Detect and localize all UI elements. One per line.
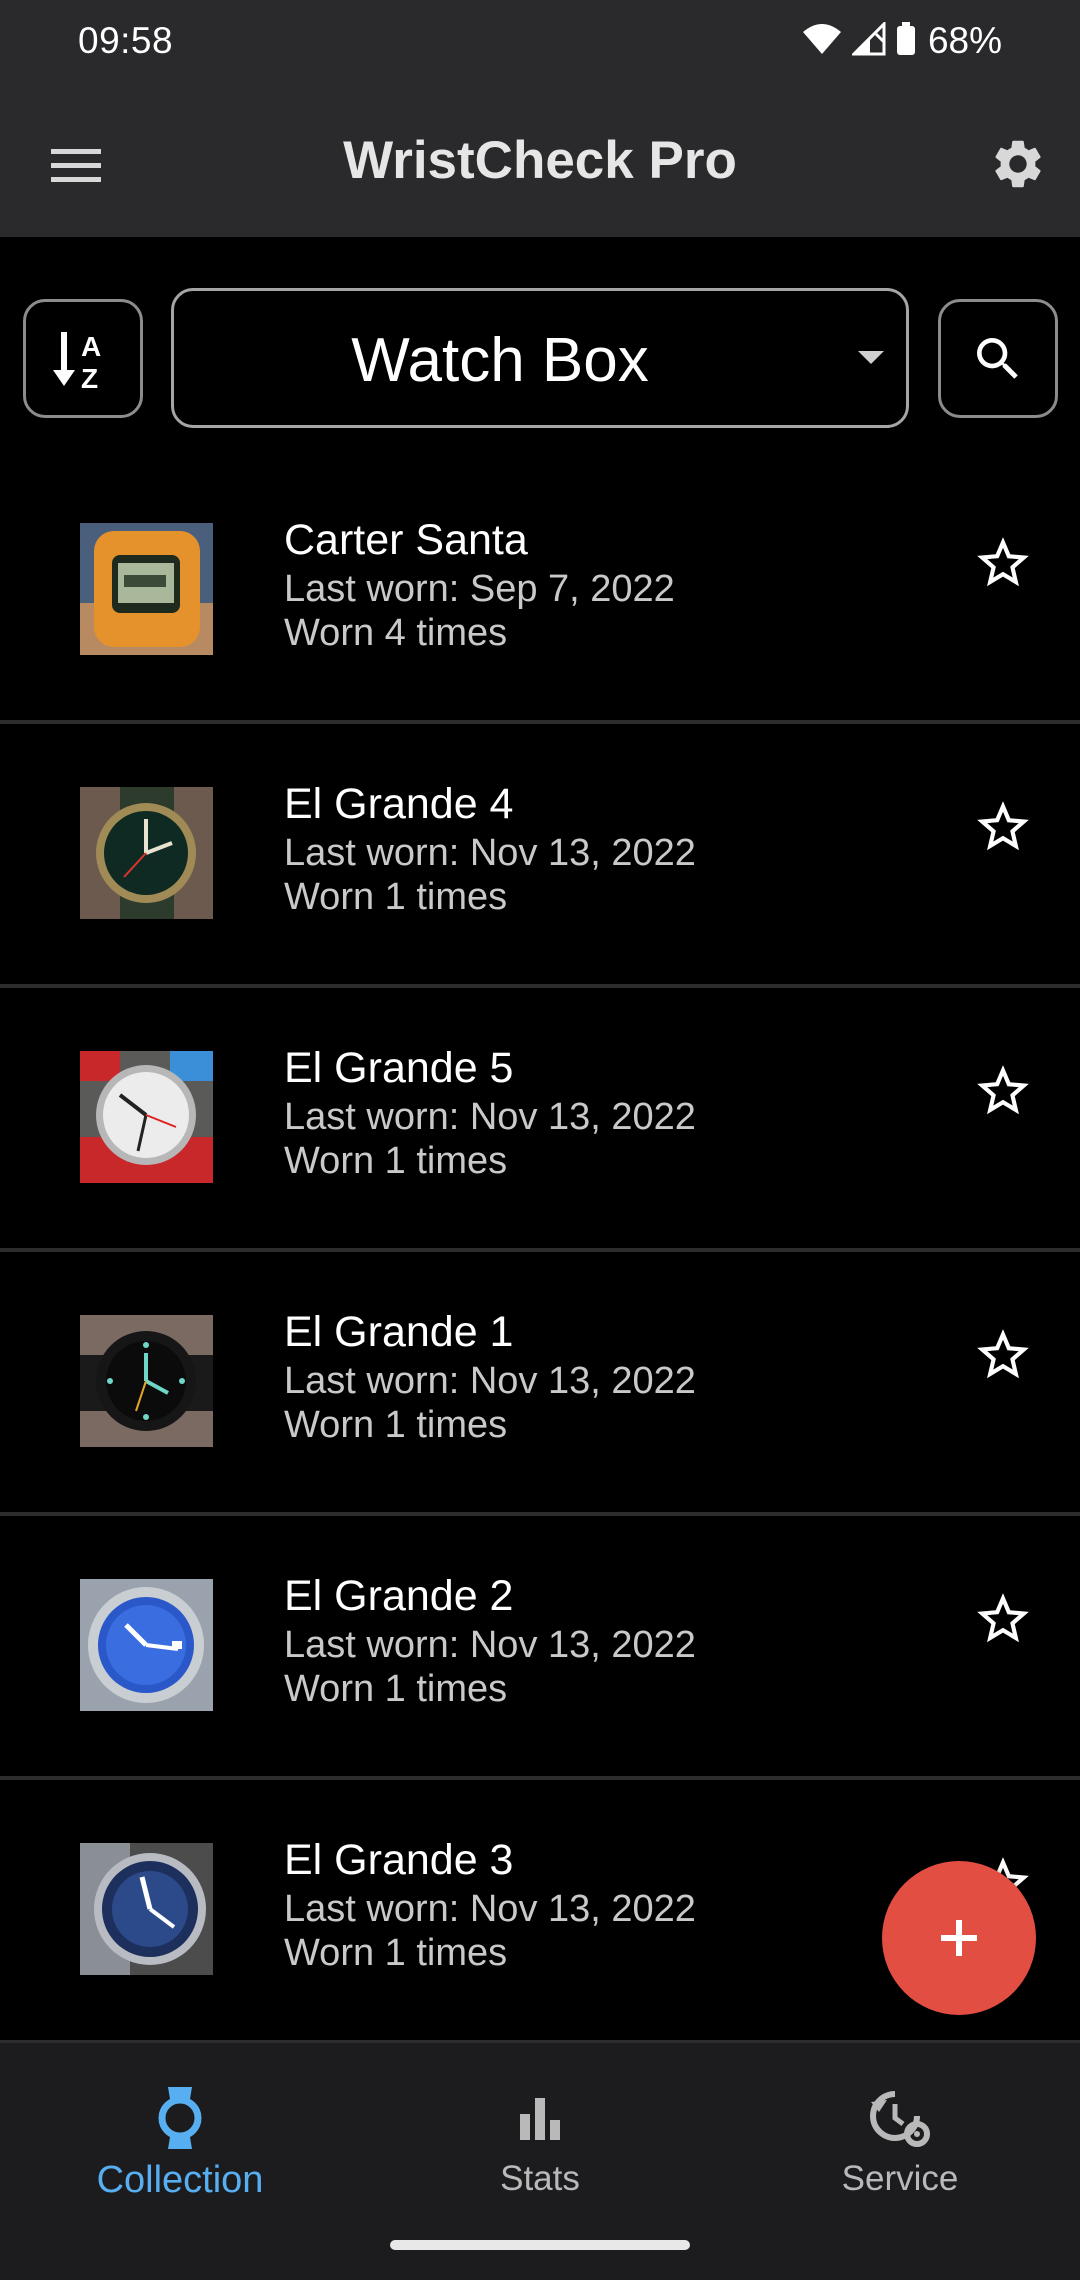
add-watch-button[interactable] (882, 1861, 1036, 2015)
search-icon (977, 337, 1018, 379)
sort-button[interactable]: A Z (23, 299, 143, 418)
status-bar: 09:58 68% (0, 0, 1080, 84)
watch-photo (80, 1579, 213, 1711)
watch-list: Carter Santa Last worn: Sep 7, 2022 Worn… (0, 460, 1080, 2044)
svg-text:A: A (81, 331, 101, 362)
status-icons: 68% (802, 19, 1002, 62)
app-title: WristCheck Pro (343, 131, 737, 190)
list-item[interactable]: El Grande 1 Last worn: Nov 13, 2022 Worn… (0, 1252, 1080, 1516)
svg-text:Z: Z (81, 363, 98, 392)
watch-photo (80, 787, 213, 919)
wifi-icon (802, 22, 842, 61)
watch-worn-count: Worn 4 times (284, 612, 508, 654)
watch-name: El Grande 1 (284, 1308, 514, 1356)
watch-name: El Grande 4 (284, 780, 514, 828)
status-time: 09:58 (78, 20, 174, 61)
watch-name: El Grande 3 (284, 1836, 514, 1884)
home-indicator[interactable] (390, 2240, 690, 2250)
nav-service[interactable]: Service (750, 2083, 1050, 2199)
watch-last-worn: Last worn: Sep 7, 2022 (284, 568, 675, 610)
watch-last-worn: Last worn: Nov 13, 2022 (284, 1888, 696, 1930)
watch-worn-count: Worn 1 times (284, 1404, 508, 1446)
nav-collection[interactable]: Collection (30, 2083, 330, 2202)
nav-collection-label: Collection (96, 2159, 264, 2201)
star-outline-icon (977, 537, 1029, 587)
watch-photo (80, 1051, 213, 1183)
watch-photo (80, 523, 213, 655)
star-outline-icon (977, 1329, 1029, 1379)
collection-select[interactable]: Watch Box (171, 288, 909, 428)
watch-name: El Grande 2 (284, 1572, 514, 1620)
history-settings-icon (870, 2091, 930, 2147)
signal-icon (850, 19, 886, 61)
battery-percent: 68% (927, 20, 1002, 61)
nav-stats[interactable]: Stats (390, 2083, 690, 2199)
plus-icon (941, 1920, 977, 1956)
watch-last-worn: Last worn: Nov 13, 2022 (284, 1360, 696, 1402)
sort-alpha-icon: A Z (53, 331, 101, 392)
battery-icon (896, 21, 916, 61)
bar-chart-icon (520, 2098, 560, 2140)
star-outline-icon (977, 1593, 1029, 1643)
watch-name: Carter Santa (284, 516, 528, 564)
watch-worn-count: Worn 1 times (284, 1668, 508, 1710)
gear-icon (995, 140, 1041, 188)
star-outline-icon (977, 1065, 1029, 1115)
chevron-down-icon (858, 351, 884, 364)
settings-button[interactable] (978, 124, 1058, 204)
nav-stats-label: Stats (500, 2159, 580, 2198)
watch-worn-count: Worn 1 times (284, 1140, 508, 1182)
list-item[interactable]: Carter Santa Last worn: Sep 7, 2022 Worn… (0, 460, 1080, 724)
list-item[interactable]: El Grande 2 Last worn: Nov 13, 2022 Worn… (0, 1516, 1080, 1780)
watch-name: El Grande 5 (284, 1044, 514, 1092)
favorite-button[interactable] (968, 1320, 1038, 1390)
nav-service-label: Service (841, 2159, 959, 2198)
watch-worn-count: Worn 1 times (284, 876, 508, 918)
list-item[interactable]: El Grande 4 Last worn: Nov 13, 2022 Worn… (0, 724, 1080, 988)
app-bar: WristCheck Pro (0, 84, 1080, 237)
collection-select-value: Watch Box (351, 326, 649, 395)
list-item[interactable]: El Grande 5 Last worn: Nov 13, 2022 Worn… (0, 988, 1080, 1252)
favorite-button[interactable] (968, 792, 1038, 862)
favorite-button[interactable] (968, 1056, 1038, 1126)
watch-worn-count: Worn 1 times (284, 1932, 508, 1974)
favorite-button[interactable] (968, 1584, 1038, 1654)
watch-last-worn: Last worn: Nov 13, 2022 (284, 832, 696, 874)
watch-last-worn: Last worn: Nov 13, 2022 (284, 1624, 696, 1666)
watch-last-worn: Last worn: Nov 13, 2022 (284, 1096, 696, 1138)
search-button[interactable] (938, 299, 1058, 418)
watch-icon (158, 2087, 202, 2149)
star-outline-icon (977, 801, 1029, 851)
watch-photo (80, 1843, 213, 1975)
favorite-button[interactable] (968, 528, 1038, 598)
watch-photo (80, 1315, 213, 1447)
